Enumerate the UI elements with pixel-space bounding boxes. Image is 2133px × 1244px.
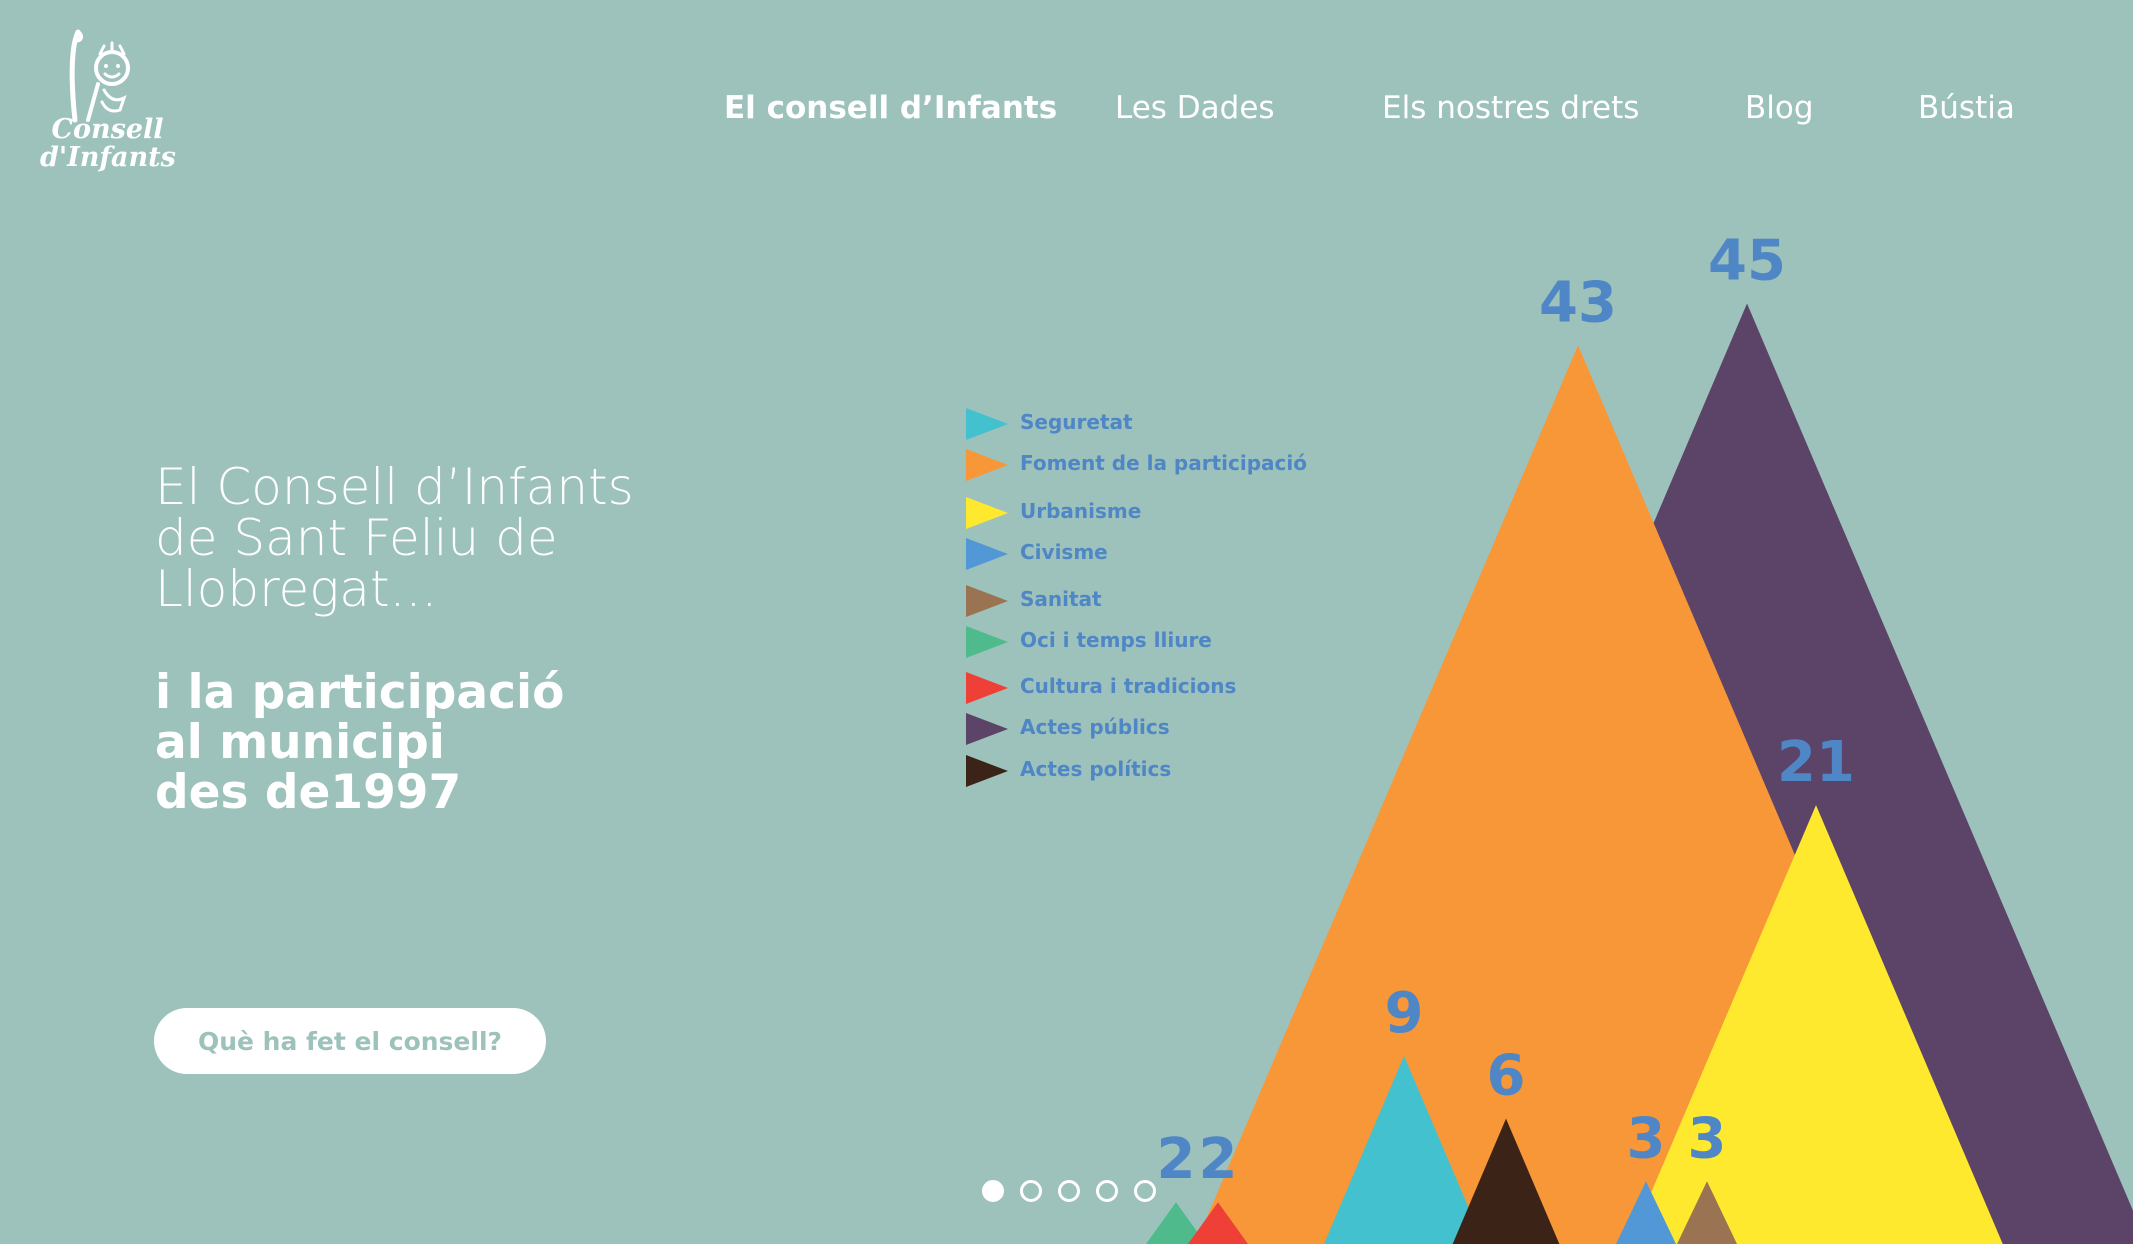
legend-label: Civisme [1020, 540, 1108, 564]
flag-icon [966, 626, 1008, 658]
legend-label: Oci i temps lliure [1020, 628, 1212, 652]
logo-text-line2: d'Infants [40, 142, 176, 173]
legend-label: Actes públics [1020, 715, 1170, 739]
value-label: 6 [1487, 1044, 1526, 1109]
value-label: 3 [1688, 1106, 1727, 1171]
flag-icon [966, 538, 1008, 570]
value-label: 9 [1385, 981, 1424, 1046]
hero-subtitle: i la participació al municipi des de1997 [155, 668, 715, 818]
legend-label: Seguretat [1020, 410, 1133, 434]
pager-dot-4[interactable] [1096, 1180, 1118, 1202]
hero-subtitle-line1: i la participació [155, 665, 565, 720]
hero-title-line2: de Sant Feliu de [155, 509, 558, 567]
legend-label: Urbanisme [1020, 499, 1142, 523]
flag-icon [966, 755, 1008, 787]
main-nav: El consell d’Infants Les Dades Els nostr… [0, 90, 2133, 140]
pager-dot-3[interactable] [1058, 1180, 1080, 1202]
nav-item-les-dades[interactable]: Les Dades [1115, 90, 1275, 126]
hero-subtitle-line3: des de1997 [155, 765, 462, 820]
value-label: 3 [1627, 1106, 1666, 1171]
pager-dot-2[interactable] [1020, 1180, 1042, 1202]
flag-icon [966, 713, 1008, 745]
value-label: 45 [1708, 229, 1786, 294]
hero-title-line1: El Consell d’Infants [155, 458, 634, 516]
flag-icon [966, 408, 1008, 440]
flag-icon [966, 672, 1008, 704]
nav-item-blog[interactable]: Blog [1745, 90, 1814, 126]
value-label: 2 [1199, 1127, 1238, 1192]
flag-icon [966, 497, 1008, 529]
value-label: 21 [1777, 730, 1855, 795]
nav-item-els-nostres-drets[interactable]: Els nostres drets [1382, 90, 1639, 126]
nav-item-bustia[interactable]: Bústia [1918, 90, 2015, 126]
nav-item-el-consell[interactable]: El consell d’Infants [724, 90, 1057, 126]
pager-dot-1[interactable] [982, 1180, 1004, 1202]
hero-title-line3: Llobregat... [155, 560, 438, 618]
hero-title: El Consell d’Infants de Sant Feliu de Ll… [155, 462, 715, 615]
legend-label: Cultura i tradicions [1020, 674, 1237, 698]
legend-label: Sanitat [1020, 587, 1102, 611]
que-ha-fet-button[interactable]: Què ha fet el consell? [154, 1008, 546, 1074]
legend-label: Actes polítics [1020, 757, 1172, 781]
flag-icon [966, 449, 1008, 481]
value-label: 43 [1539, 270, 1617, 335]
pager-dot-5[interactable] [1134, 1180, 1156, 1202]
legend-label: Foment de la participació [1020, 451, 1307, 475]
value-label: 2 [1157, 1127, 1196, 1192]
hero-subtitle-line2: al municipi [155, 715, 445, 770]
flag-icon [966, 585, 1008, 617]
